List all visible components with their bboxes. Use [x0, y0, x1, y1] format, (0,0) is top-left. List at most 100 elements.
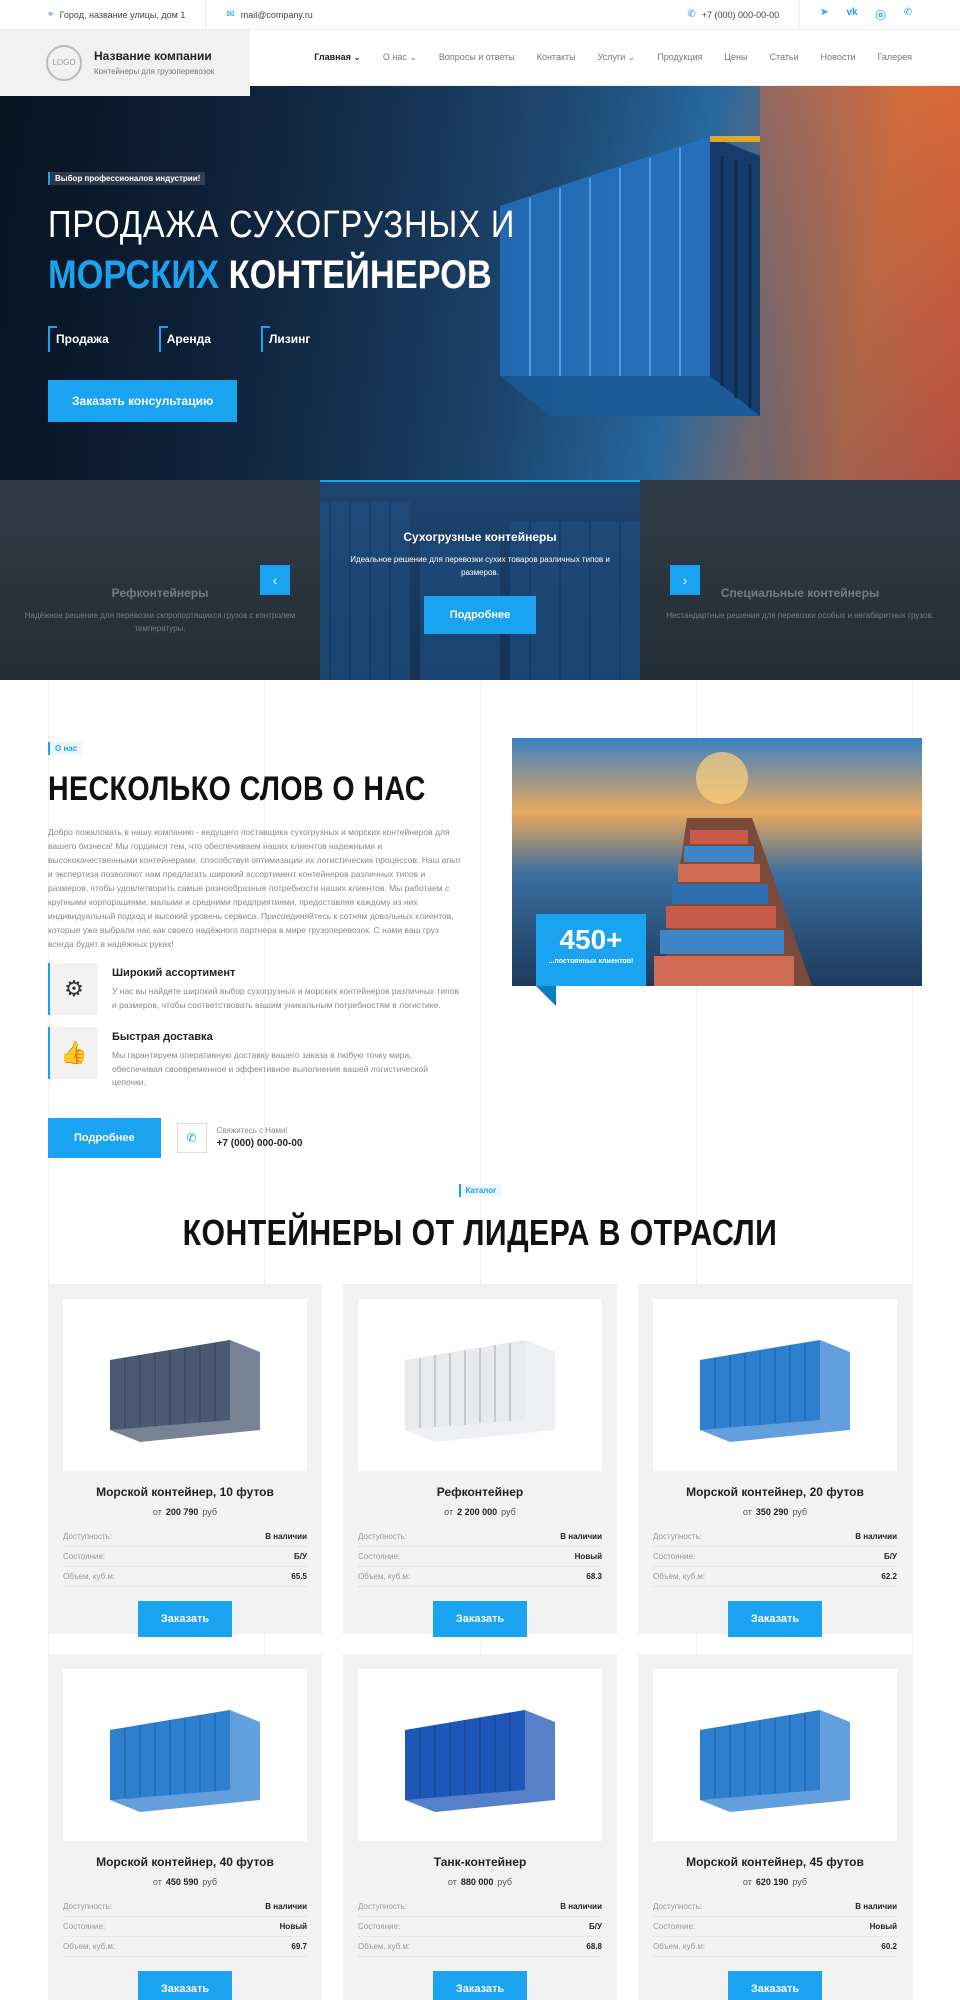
- product-title: Морской контейнер, 45 футов: [686, 1855, 864, 1869]
- about-section: О нас НЕСКОЛЬКО СЛОВ О НАС Добро пожалов…: [0, 680, 960, 1180]
- nav-prices[interactable]: Цены: [724, 52, 747, 63]
- product-card: Морской контейнер, 10 футов от 200 790 руб…: [48, 1284, 322, 1637]
- hero-badge: Выбор профессионалов индустрии!: [48, 172, 206, 185]
- product-image: [358, 1669, 602, 1841]
- price-currency: руб: [202, 1877, 218, 1887]
- telegram-icon[interactable]: ➤: [820, 7, 828, 22]
- company-name: Название компании: [94, 49, 212, 63]
- location-pin-icon: ⌖: [48, 9, 54, 20]
- ok-icon[interactable]: ⓞ: [876, 7, 886, 22]
- nav-news[interactable]: Новости: [821, 52, 856, 63]
- about-badge: О нас: [48, 742, 83, 755]
- spec-condition: Состояние: Новый: [63, 1917, 307, 1937]
- product-card: Морской контейнер, 40 футов от 450 590 руб…: [48, 1654, 322, 2000]
- price-value: 350 290: [755, 1507, 789, 1517]
- product-price: от 200 790 руб: [63, 1507, 307, 1517]
- spec-condition: Состояние: Б/У: [358, 1917, 602, 1937]
- spec-availability: Доступность: В наличии: [653, 1897, 897, 1917]
- slide-left-desc: Надёжное решение для перевозки скоропорт…: [24, 611, 296, 633]
- spec-condition: Состояние: Б/У: [63, 1547, 307, 1567]
- price-from-label: от: [742, 1507, 752, 1517]
- price-currency: руб: [501, 1507, 516, 1517]
- slider-prev-arrow-icon[interactable]: ‹: [260, 565, 290, 595]
- contact-phone: +7 (000) 000-00-00: [216, 1138, 303, 1150]
- container-illustration: [110, 1710, 260, 1812]
- slide-right-desc: Нестандартные решения для перевозки особ…: [666, 611, 934, 620]
- product-image: [63, 1669, 307, 1841]
- hero-title-line1: ПРОДАЖА СУХОГРУЗНЫХ И: [48, 204, 516, 246]
- hero-banner: Выбор профессионалов индустрии! ПРОДАЖА …: [0, 86, 960, 480]
- vk-icon[interactable]: vk: [846, 7, 857, 22]
- product-price: от 620 190 руб: [653, 1877, 897, 1887]
- catalog-title: КОНТЕЙНЕРЫ ОТ ЛИДЕРА В ОТРАСЛИ: [182, 1212, 778, 1253]
- address-text: Город, название улицы, дом 1: [59, 9, 186, 20]
- nav-about[interactable]: О нас ⌄: [383, 52, 417, 63]
- feature-desc: Мы гарантируем оперативную доставку ваше…: [112, 1050, 429, 1088]
- price-from-label: от: [742, 1877, 752, 1887]
- container-illustration: [700, 1340, 850, 1442]
- nav-faq[interactable]: Вопросы и ответы: [439, 52, 515, 63]
- order-button[interactable]: Заказать: [138, 1971, 232, 2000]
- price-value: 2 200 000: [457, 1507, 498, 1517]
- slide-more-button[interactable]: Подробнее: [423, 595, 537, 634]
- email-link[interactable]: ✉ mail@company.ru: [226, 9, 312, 20]
- order-button[interactable]: Заказать: [728, 1601, 822, 1637]
- product-price: от 350 290 руб: [653, 1507, 897, 1517]
- price-value: 620 190: [755, 1877, 789, 1887]
- crane-icon: ⚙: [48, 963, 98, 1016]
- tag-sale: Продажа: [48, 326, 109, 352]
- slider-next-arrow-icon[interactable]: ›: [670, 565, 700, 595]
- spec-volume: Объем, куб.м: 60.2: [653, 1937, 897, 1957]
- main-nav: Главная ⌄ О нас ⌄ Вопросы и ответы Конта…: [314, 52, 912, 63]
- product-price: от 450 590 руб: [63, 1877, 307, 1887]
- order-button[interactable]: Заказать: [433, 1601, 527, 1637]
- feature-desc: У нас вы найдете широкий выбор сухогрузн…: [112, 986, 460, 1010]
- feature-title: Широкий ассортимент: [112, 967, 236, 980]
- product-card: Морской контейнер, 20 футов от 350 290 руб…: [638, 1284, 912, 1637]
- logo: LOGO: [46, 44, 82, 81]
- consultation-button[interactable]: Заказать консультацию: [48, 380, 238, 422]
- order-button[interactable]: Заказать: [138, 1601, 232, 1637]
- order-button[interactable]: Заказать: [433, 1971, 527, 2000]
- whatsapp-icon[interactable]: ✆: [904, 7, 912, 22]
- spec-condition: Состояние: Новый: [358, 1547, 602, 1567]
- phone-icon: ✆: [176, 1122, 207, 1153]
- hero-title-blue: МОРСКИХ: [48, 253, 220, 297]
- email-text: mail@company.ru: [240, 9, 313, 20]
- hero-tags: Продажа Аренда Лизинг: [48, 326, 591, 352]
- product-image: [63, 1299, 307, 1471]
- phone-icon: ✆: [687, 9, 696, 20]
- phone-link[interactable]: ✆ +7 (000) 000-00-00: [687, 9, 779, 20]
- brand[interactable]: LOGO Название компании Контейнеры для гр…: [0, 29, 250, 96]
- nav-articles[interactable]: Статьи: [769, 52, 798, 63]
- product-price: от 880 000 руб: [358, 1877, 602, 1887]
- hero-title-white: КОНТЕЙНЕРОВ: [228, 253, 492, 297]
- contact-phone-block[interactable]: ✆ Свяжитесь с Нами! +7 (000) 000-00-00: [176, 1122, 303, 1153]
- price-value: 200 790: [165, 1507, 199, 1517]
- about-more-button[interactable]: Подробнее: [48, 1117, 161, 1158]
- mail-icon: ✉: [226, 9, 235, 20]
- feature-title: Быстрая доставка: [112, 1031, 213, 1044]
- order-button[interactable]: Заказать: [728, 1971, 822, 2000]
- product-grid: Морской контейнер, 10 футов от 200 790 руб…: [48, 1284, 912, 2000]
- container-illustration: [405, 1710, 555, 1812]
- container-illustration: [110, 1340, 260, 1442]
- nav-contacts[interactable]: Контакты: [537, 52, 576, 63]
- product-card: Морской контейнер, 45 футов от 620 190 руб…: [638, 1654, 912, 2000]
- nav-services[interactable]: Услуги ⌄: [598, 52, 636, 63]
- product-title: Рефконтейнер: [436, 1485, 524, 1499]
- topbar: ⌖ Город, название улицы, дом 1 ✉ mail@co…: [0, 0, 960, 30]
- product-card: Рефконтейнер от 2 200 000 руб Доступность:…: [343, 1284, 617, 1637]
- nav-home[interactable]: Главная ⌄: [314, 52, 361, 63]
- price-value: 450 590: [165, 1877, 199, 1887]
- nav-gallery[interactable]: Галерея: [877, 52, 912, 63]
- spec-volume: Объем, куб.м: 69.7: [63, 1937, 307, 1957]
- product-image: [653, 1669, 897, 1841]
- spec-condition: Состояние: Б/У: [653, 1547, 897, 1567]
- company-tagline: Контейнеры для грузоперевозок: [94, 67, 215, 76]
- nav-products[interactable]: Продукция: [657, 52, 702, 63]
- spec-volume: Объем, куб.м: 65.5: [63, 1567, 307, 1587]
- slide-center[interactable]: Сухогрузные контейнеры Идеальное решение…: [320, 480, 640, 680]
- spec-availability: Доступность: В наличии: [358, 1897, 602, 1917]
- product-title: Танк-контейнер: [433, 1855, 527, 1869]
